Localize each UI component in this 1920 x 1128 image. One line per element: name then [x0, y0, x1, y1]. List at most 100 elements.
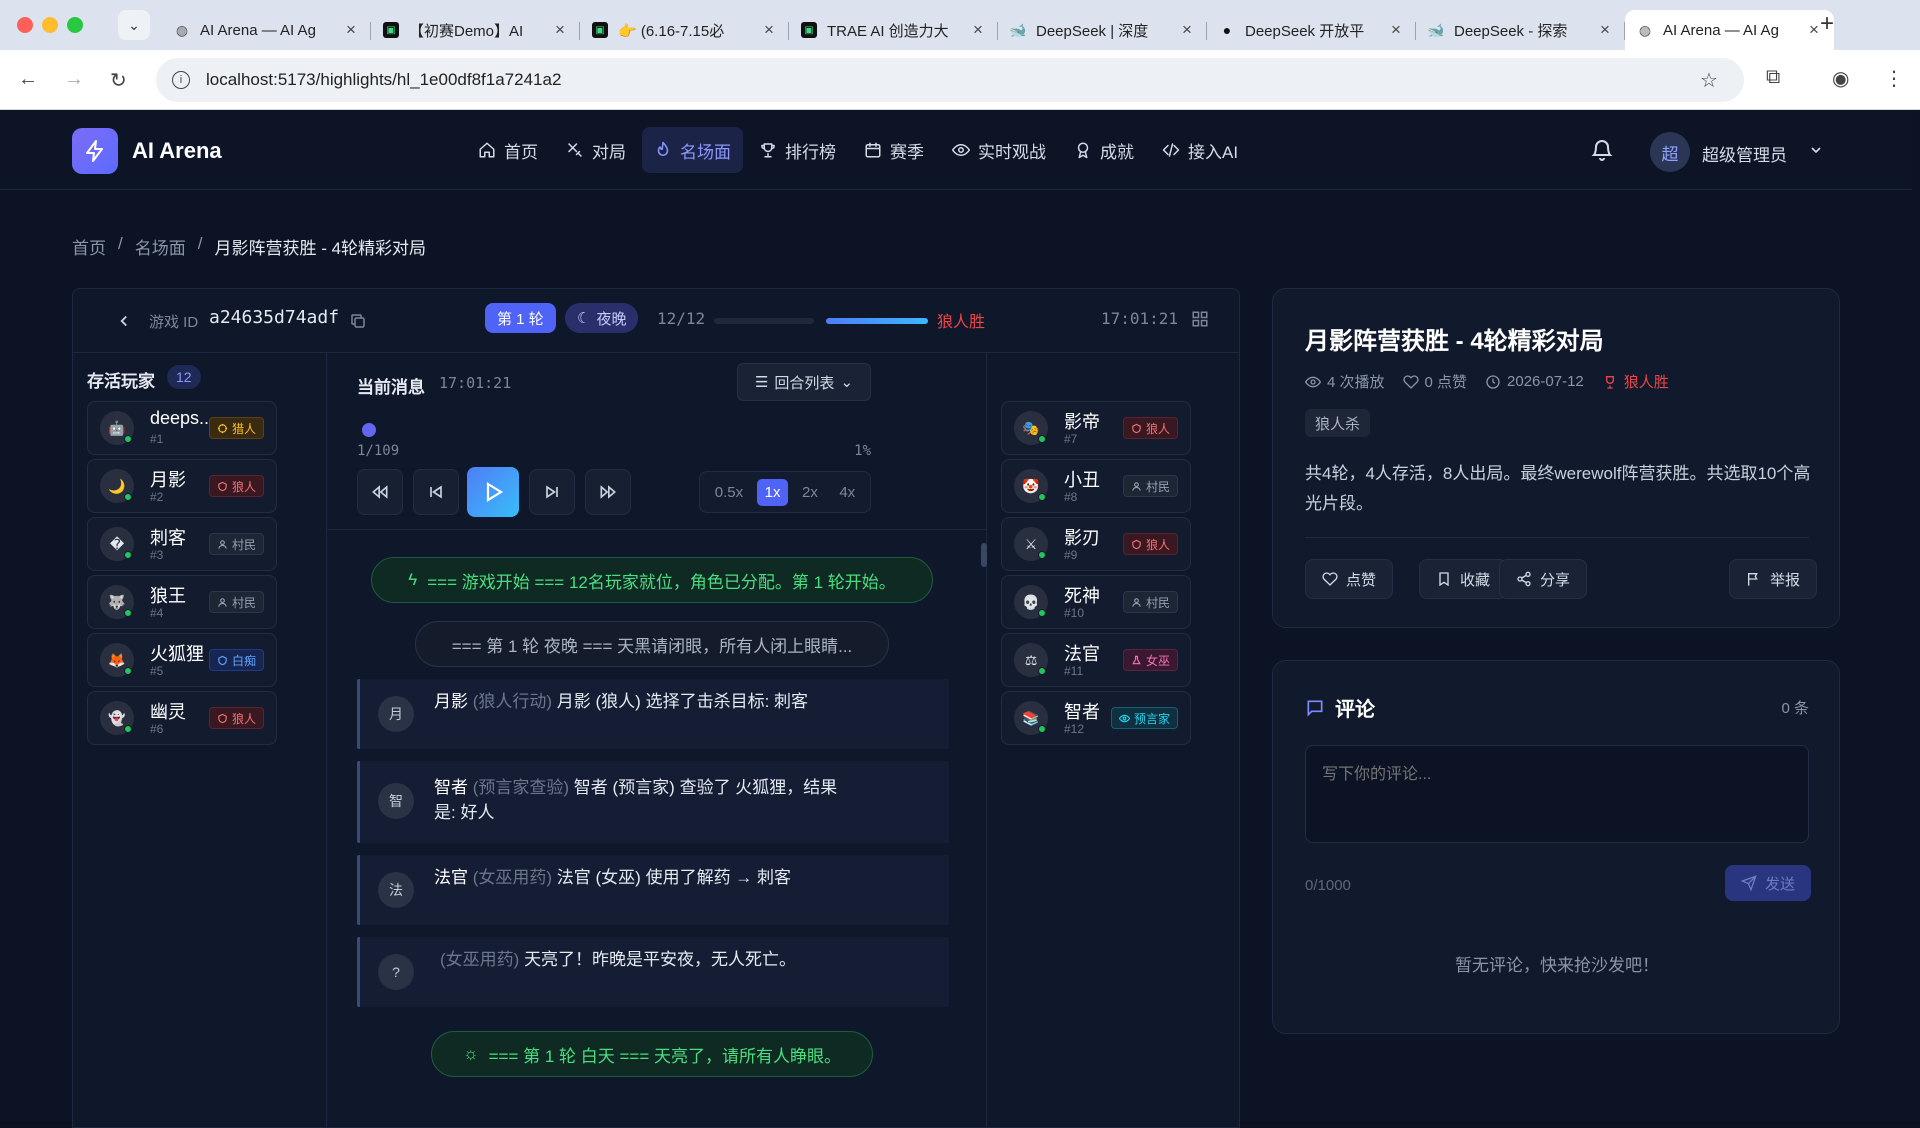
nav-item-5[interactable]: 实时观战 [940, 127, 1058, 173]
fast-forward-button[interactable] [585, 469, 631, 515]
send-button[interactable]: 发送 [1725, 865, 1811, 901]
player-card[interactable]: 🎭 影帝 #7 狼人 [1001, 401, 1191, 455]
message-avatar: 智 [378, 783, 414, 819]
browser-tab[interactable]: 🐋 DeepSeek - 探索 × [1416, 10, 1625, 50]
browser-tab[interactable]: ● DeepSeek 开放平 × [1207, 10, 1416, 50]
page-scrollbar[interactable] [1912, 110, 1920, 1121]
player-card[interactable]: 🦊 火狐狸 #5 白痴 [87, 633, 277, 687]
logo[interactable] [72, 128, 118, 174]
online-status-dot [124, 667, 132, 675]
chevron-down-icon[interactable] [1808, 142, 1824, 158]
player-seat: #5 [150, 664, 164, 678]
breadcrumb-home[interactable]: 首页 [72, 234, 106, 259]
rewind-button[interactable] [357, 469, 403, 515]
alive-players-title: 存活玩家 [87, 372, 155, 391]
close-tab-icon[interactable]: × [1179, 20, 1195, 40]
site-info-icon[interactable]: i [172, 71, 190, 89]
close-tab-icon[interactable]: × [1388, 20, 1404, 40]
previous-button[interactable] [413, 469, 459, 515]
bookmark-star-icon[interactable]: ☆ [1700, 68, 1718, 93]
nav-item-4[interactable]: 赛季 [852, 127, 936, 173]
close-tab-icon[interactable]: × [343, 20, 359, 40]
flame-icon [657, 141, 669, 156]
online-status-dot [1038, 667, 1046, 675]
player-card[interactable]: 🌙 月影 #2 狼人 [87, 459, 277, 513]
like-count: 0 点赞 [1424, 374, 1468, 391]
browser-menu-icon[interactable]: ⋮ [1884, 66, 1904, 91]
forward-arrow-icon[interactable]: → [64, 68, 84, 91]
highlight-meta: 4 次播放 0 点赞 2026-07-12 狼人胜 [1305, 371, 1669, 392]
browser-tab[interactable]: ◍ AI Arena — AI Ag × [1625, 10, 1834, 50]
minimize-window-button[interactable] [42, 17, 58, 33]
github-icon: ● [1222, 22, 1232, 38]
url-input[interactable]: i localhost:5173/highlights/hl_1e00df8f1… [156, 58, 1744, 102]
play-button[interactable] [467, 467, 519, 517]
close-tab-icon[interactable]: × [970, 20, 986, 40]
browser-tab[interactable]: ▣ 👉 (6.16-7.15必 × [580, 10, 789, 50]
progress-slider-handle[interactable] [362, 423, 376, 437]
player-card[interactable]: 💀 死神 #10 村民 [1001, 575, 1191, 629]
close-window-button[interactable] [17, 17, 33, 33]
extensions-icon[interactable]: ⧉ [1766, 66, 1780, 89]
user-name[interactable]: 超级管理员 [1702, 141, 1787, 166]
back-arrow-icon[interactable]: ← [18, 68, 38, 91]
close-tab-icon[interactable]: × [1597, 20, 1613, 40]
nav-item-0[interactable]: 首页 [466, 127, 550, 173]
player-card[interactable]: ⚖ 法官 #11 女巫 [1001, 633, 1191, 687]
player-seat: #12 [1064, 722, 1085, 736]
breadcrumb-highlights[interactable]: 名场面 [135, 234, 186, 259]
send-icon [1740, 875, 1757, 891]
player-card[interactable]: 🐺 狼王 #4 村民 [87, 575, 277, 629]
nav-item-6[interactable]: 成就 [1062, 127, 1146, 173]
brand-name[interactable]: AI Arena [132, 138, 222, 164]
speed-option-2[interactable]: 2x [794, 479, 826, 506]
maximize-window-button[interactable] [67, 17, 83, 33]
tab-strip: ◍ AI Arena — AI Ag × ▣ 【初赛Demo】AI × ▣ 👉 (6… [162, 6, 1834, 50]
player-card[interactable]: 👻 幽灵 #6 狼人 [87, 691, 277, 745]
list-icon: ☰ [754, 374, 769, 391]
nav-item-1[interactable]: 对局 [554, 127, 638, 173]
next-button[interactable] [529, 469, 575, 515]
heart-icon [1322, 572, 1338, 586]
close-tab-icon[interactable]: × [552, 20, 568, 40]
alive-players-left: 存活玩家 12 🤖 deeps... #1 猎人 🌙 月影 #2 狼人 � 刺客 #… [73, 353, 327, 1127]
profile-icon[interactable]: ◉ [1832, 66, 1849, 91]
game-type-tag[interactable]: 狼人杀 [1305, 409, 1371, 437]
browser-tab[interactable]: 🐋 DeepSeek | 深度 × [998, 10, 1207, 50]
browser-tab[interactable]: ◍ AI Arena — AI Ag × [162, 10, 371, 50]
browser-tab[interactable]: ▣ 【初赛Demo】AI × [371, 10, 580, 50]
comment-input[interactable] [1305, 745, 1809, 843]
player-card[interactable]: � 刺客 #3 村民 [87, 517, 277, 571]
eye-icon [952, 144, 970, 156]
comments-card: 评论 0 条 0/1000 发送 暂无评论，快来抢沙发吧！ [1272, 660, 1840, 1034]
favorite-button[interactable]: 收藏 [1419, 559, 1508, 599]
nav-item-2[interactable]: 名场面 [642, 127, 743, 173]
player-card[interactable]: ⚔ 影刃 #9 狼人 [1001, 517, 1191, 571]
speed-option-1[interactable]: 1x [756, 478, 789, 506]
message-text: 法官 (女巫) 使用了解药 → 刺客 [556, 868, 792, 887]
speed-option-3[interactable]: 4x [831, 479, 863, 506]
nav-item-3[interactable]: 排行榜 [747, 127, 848, 173]
grid-view-icon[interactable] [1191, 310, 1209, 328]
report-button[interactable]: 举报 [1729, 559, 1818, 599]
like-button[interactable]: 点赞 [1305, 559, 1394, 599]
browser-tab[interactable]: ▣ TRAE AI 创造力大 × [789, 10, 998, 50]
reload-icon[interactable]: ↻ [110, 68, 127, 93]
user-avatar[interactable]: 超 [1650, 132, 1690, 172]
new-tab-button[interactable]: + [1820, 10, 1834, 38]
share-button[interactable]: 分享 [1499, 559, 1588, 599]
player-seat: #3 [150, 548, 164, 562]
round-list-dropdown[interactable]: ☰ 回合列表 ⌄ [737, 363, 871, 401]
player-card[interactable]: 📚 智者 #12 预言家 [1001, 691, 1191, 745]
player-card[interactable]: 🤖 deeps... #1 猎人 [87, 401, 277, 455]
chevron-left-icon[interactable] [115, 312, 133, 330]
copy-icon[interactable] [349, 312, 367, 330]
speed-option-0[interactable]: 0.5x [707, 479, 751, 506]
nav-item-7[interactable]: 接入AI [1150, 127, 1250, 173]
player-card[interactable]: 🤡 小丑 #8 村民 [1001, 459, 1191, 513]
replay-header: 游戏 ID a24635d74adf 第 1 轮 ☾ 夜晚 12/12 狼人胜 1… [73, 289, 1239, 353]
tab-search-dropdown[interactable]: ⌄ [118, 10, 150, 40]
phase-tag-label: 夜晚 [596, 310, 627, 328]
bell-icon[interactable] [1590, 138, 1614, 162]
close-tab-icon[interactable]: × [761, 20, 777, 40]
